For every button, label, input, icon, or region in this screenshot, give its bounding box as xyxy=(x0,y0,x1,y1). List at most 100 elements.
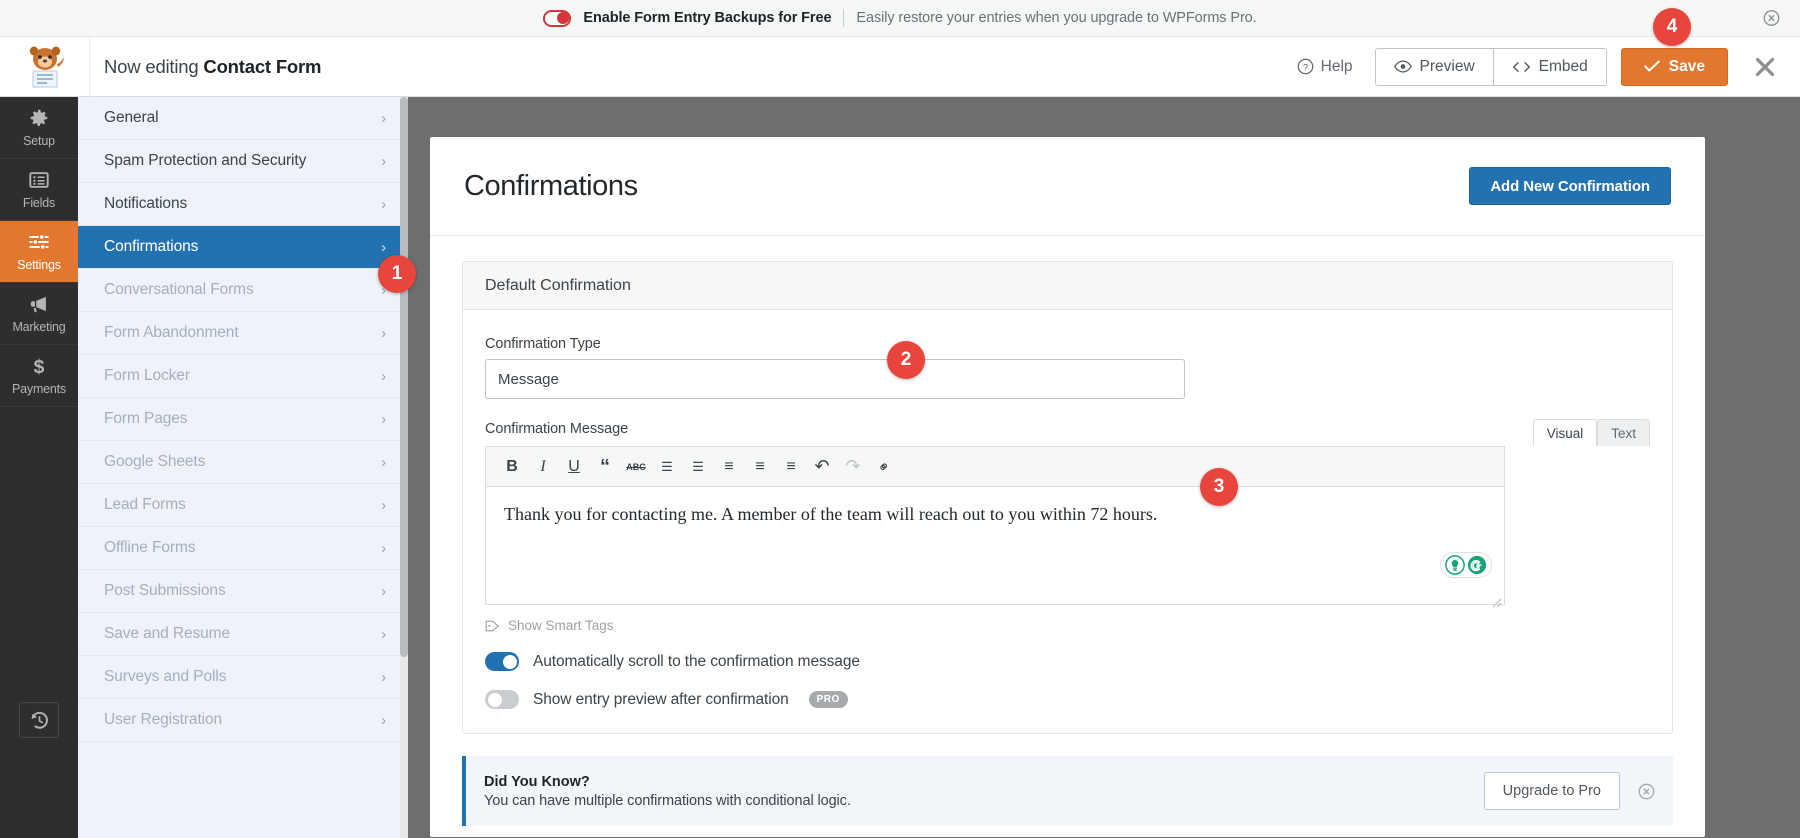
align-right-icon[interactable]: ≡ xyxy=(777,453,805,481)
editing-prefix: Now editing xyxy=(104,56,198,77)
align-center-icon[interactable]: ≡ xyxy=(746,453,774,481)
blockquote-icon[interactable]: “ xyxy=(591,453,619,481)
embed-button[interactable]: Embed xyxy=(1494,48,1607,86)
toggle-entry-preview[interactable] xyxy=(485,690,519,709)
rail-item-payments[interactable]: $ Payments xyxy=(0,345,78,407)
page-heading: Confirmations xyxy=(464,170,638,203)
rail-label: Payments xyxy=(12,382,66,396)
underline-icon[interactable]: U xyxy=(560,453,588,481)
close-icon[interactable] xyxy=(1638,783,1655,800)
link-icon[interactable]: ⚭ xyxy=(864,447,904,487)
undo-icon[interactable]: ↶ xyxy=(808,453,836,481)
rail-item-marketing[interactable]: Marketing xyxy=(0,283,78,345)
promo-subtext: Easily restore your entries when you upg… xyxy=(856,10,1256,26)
nav-item-form-locker[interactable]: Form Locker› xyxy=(78,355,408,398)
nav-item-label: Conversational Forms xyxy=(104,281,254,299)
rail-item-setup[interactable]: Setup xyxy=(0,97,78,159)
svg-text:$: $ xyxy=(34,357,45,377)
tag-icon xyxy=(485,619,500,633)
megaphone-icon xyxy=(28,293,50,315)
toggle-entry-preview-row: Show entry preview after confirmation PR… xyxy=(485,690,1650,709)
gear-icon xyxy=(28,107,50,129)
preview-button[interactable]: Preview xyxy=(1375,48,1494,86)
numbered-list-icon[interactable]: ☰ xyxy=(684,453,712,481)
chevron-right-icon: › xyxy=(381,541,386,556)
chevron-right-icon: › xyxy=(381,412,386,427)
confirmation-type-select[interactable]: Message xyxy=(485,359,1185,399)
nav-item-confirmations[interactable]: Confirmations› xyxy=(78,226,408,269)
editor-header: Now editing Contact Form ? Help Preview xyxy=(0,37,1800,97)
settings-nav: General›Spam Protection and Security›Not… xyxy=(78,97,408,838)
rail-label: Fields xyxy=(23,196,55,210)
toggle-autoscroll-row: Automatically scroll to the confirmation… xyxy=(485,652,1650,671)
toggle-autoscroll[interactable] xyxy=(485,652,519,671)
nav-item-form-pages[interactable]: Form Pages› xyxy=(78,398,408,441)
nav-scrollbar-thumb[interactable] xyxy=(400,97,408,657)
svg-text:?: ? xyxy=(1303,62,1308,72)
italic-icon[interactable]: I xyxy=(529,453,557,481)
step-marker-3: 3 xyxy=(1200,468,1238,506)
page-title: Now editing Contact Form xyxy=(104,56,321,78)
promo-headline: Enable Form Entry Backups for Free xyxy=(583,10,831,26)
bullet-list-icon[interactable]: ☰ xyxy=(653,453,681,481)
align-left-icon[interactable]: ≡ xyxy=(715,453,743,481)
rail-item-fields[interactable]: Fields xyxy=(0,159,78,221)
chevron-right-icon: › xyxy=(381,713,386,728)
nav-item-conversational-forms[interactable]: Conversational Forms› xyxy=(78,269,408,312)
toggle-autoscroll-label: Automatically scroll to the confirmation… xyxy=(533,653,860,671)
nav-item-google-sheets[interactable]: Google Sheets› xyxy=(78,441,408,484)
builder-rail: Setup Fields Settings Marketing xyxy=(0,97,78,838)
grammarly-widget[interactable] xyxy=(1440,552,1492,578)
nav-item-lead-forms[interactable]: Lead Forms› xyxy=(78,484,408,527)
nav-item-label: Post Submissions xyxy=(104,582,226,600)
close-icon[interactable] xyxy=(1763,10,1780,27)
bold-icon[interactable]: B xyxy=(498,453,526,481)
resize-handle-icon[interactable] xyxy=(1492,592,1502,602)
strikethrough-icon[interactable]: ABC xyxy=(622,453,650,481)
default-confirmation-card: Default Confirmation Confirmation Type M… xyxy=(462,261,1673,734)
nav-scrollbar[interactable] xyxy=(400,97,408,838)
tab-text[interactable]: Text xyxy=(1597,419,1650,446)
editor-mode-tabs: Visual Text xyxy=(1533,419,1650,446)
wpforms-form-builder: Enable Form Entry Backups for Free Easil… xyxy=(0,0,1800,838)
help-button[interactable]: ? Help xyxy=(1297,58,1353,76)
nav-item-notifications[interactable]: Notifications› xyxy=(78,183,408,226)
tab-visual[interactable]: Visual xyxy=(1533,419,1598,446)
code-icon xyxy=(1512,60,1531,74)
confirmation-message-label: Confirmation Message xyxy=(485,421,1650,437)
toggle-off-icon[interactable] xyxy=(543,10,571,27)
show-smart-tags-button[interactable]: Show Smart Tags xyxy=(485,618,1650,633)
nav-item-user-registration[interactable]: User Registration› xyxy=(78,699,408,742)
nav-item-save-and-resume[interactable]: Save and Resume › xyxy=(78,613,408,656)
nav-item-label: Save and Resume xyxy=(104,625,230,643)
preview-label: Preview xyxy=(1420,58,1475,76)
promo-banner: Enable Form Entry Backups for Free Easil… xyxy=(0,0,1800,37)
redo-icon[interactable]: ↷ xyxy=(839,453,867,481)
editor-content[interactable]: Thank you for contacting me. A member of… xyxy=(486,487,1504,604)
nav-item-label: Lead Forms xyxy=(104,496,186,514)
notice-title: Did You Know? xyxy=(484,774,851,790)
nav-item-offline-forms[interactable]: Offline Forms › xyxy=(78,527,408,570)
nav-item-surveys-and-polls[interactable]: Surveys and Polls› xyxy=(78,656,408,699)
step-marker-2: 2 xyxy=(887,341,925,379)
add-new-confirmation-button[interactable]: Add New Confirmation xyxy=(1469,167,1671,205)
nav-item-post-submissions[interactable]: Post Submissions› xyxy=(78,570,408,613)
nav-item-label: Form Locker xyxy=(104,367,190,385)
close-x-icon[interactable] xyxy=(1754,56,1776,78)
chevron-right-icon: › xyxy=(381,627,386,642)
wysiwyg-editor: BIU“ABC☰☰≡≡≡↶↷⚭ Thank you for contacting… xyxy=(485,446,1505,605)
nav-item-general[interactable]: General› xyxy=(78,97,408,140)
rail-item-settings[interactable]: Settings xyxy=(0,221,78,283)
nav-item-spam-protection-and-security[interactable]: Spam Protection and Security› xyxy=(78,140,408,183)
revisions-history-icon[interactable] xyxy=(19,702,59,738)
nav-item-label: Offline Forms xyxy=(104,539,195,557)
content-area: Confirmations Add New Confirmation Defau… xyxy=(408,97,1800,838)
smart-tags-label: Show Smart Tags xyxy=(508,618,614,633)
upgrade-to-pro-button[interactable]: Upgrade to Pro xyxy=(1484,772,1620,810)
chevron-right-icon: › xyxy=(381,240,386,255)
nav-item-form-abandonment[interactable]: Form Abandonment› xyxy=(78,312,408,355)
step-marker-4: 4 xyxy=(1653,8,1691,46)
did-you-know-notice: Did You Know? You can have multiple conf… xyxy=(462,756,1673,826)
embed-label: Embed xyxy=(1539,58,1588,76)
save-button[interactable]: Save xyxy=(1621,48,1728,86)
